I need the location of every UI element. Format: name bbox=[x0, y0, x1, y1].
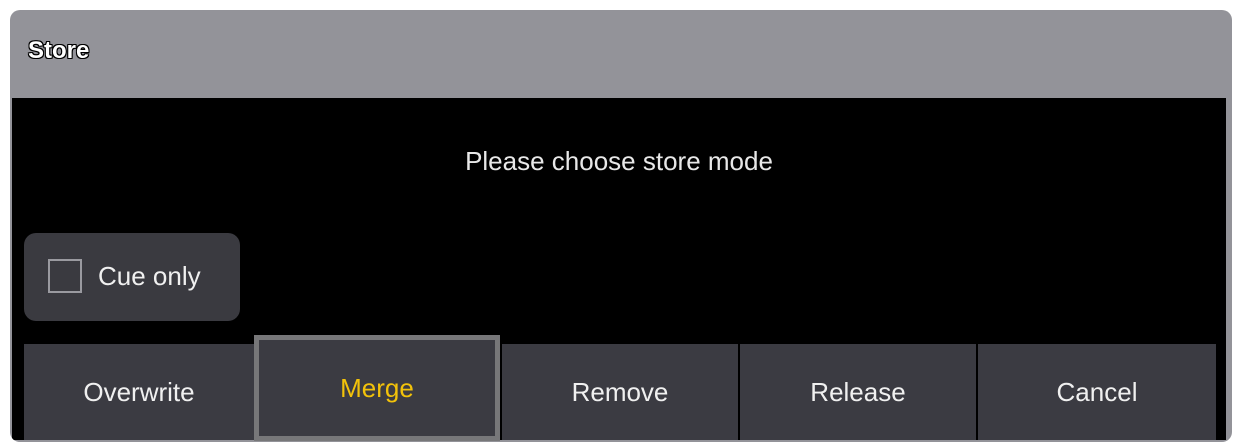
overwrite-button[interactable]: Overwrite bbox=[24, 344, 254, 440]
merge-button[interactable]: Merge bbox=[254, 335, 500, 441]
dialog-content: Please choose store mode Cue only Overwr… bbox=[12, 98, 1226, 441]
dialog-message: Please choose store mode bbox=[465, 146, 773, 176]
button-bar: Overwrite Merge Remove Release Cancel bbox=[24, 335, 1226, 441]
cue-only-label: Cue only bbox=[98, 261, 201, 291]
release-button[interactable]: Release bbox=[740, 344, 976, 440]
cue-only-toggle[interactable]: Cue only bbox=[24, 233, 240, 321]
store-dialog: Store Please choose store mode Cue only … bbox=[10, 10, 1232, 442]
checkbox-icon[interactable] bbox=[48, 259, 82, 293]
cancel-button[interactable]: Cancel bbox=[978, 344, 1216, 440]
dialog-titlebar: Store bbox=[10, 10, 1232, 98]
remove-button[interactable]: Remove bbox=[502, 344, 738, 440]
dialog-title: Store bbox=[28, 37, 90, 64]
